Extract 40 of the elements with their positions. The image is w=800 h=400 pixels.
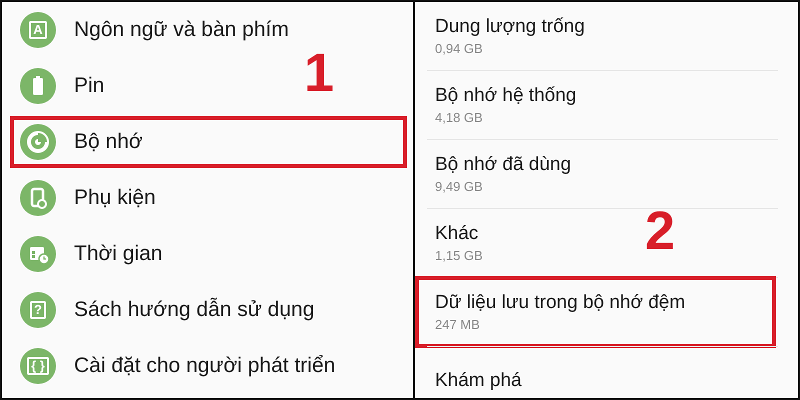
step-number: 1 (304, 46, 334, 100)
storage-size: 9,49 GB (435, 179, 483, 194)
storage-row[interactable]: Dung lượng trống 0,94 GB (427, 2, 593, 70)
settings-row[interactable]: Bộ nhớ (8, 114, 409, 170)
storage-title: Bộ nhớ đã dùng (435, 154, 572, 176)
settings-label: Bộ nhớ (74, 130, 143, 154)
step-number: 2 (645, 204, 676, 258)
settings-icon: { } (20, 348, 56, 384)
settings-icon: A (20, 12, 56, 48)
storage-title: Khám phá (435, 370, 522, 392)
settings-row[interactable]: Pin (2, 58, 112, 114)
settings-row[interactable]: A Ngôn ngữ và bàn phím (2, 2, 297, 58)
storage-size: 4,18 GB (435, 110, 483, 125)
storage-row[interactable]: Bộ nhớ hệ thống 4,18 GB (427, 71, 584, 139)
storage-row[interactable]: Bộ nhớ đã dùng 9,49 GB (427, 140, 580, 208)
storage-icon (20, 124, 56, 160)
storage-size: 1,15 GB (435, 248, 483, 263)
settings-label: Thời gian (74, 242, 162, 266)
settings-row[interactable]: Thời gian (2, 226, 170, 282)
settings-row[interactable]: Phụ kiện (2, 170, 164, 226)
storage-size: 247 MB (435, 317, 480, 332)
settings-icon: ? (20, 292, 56, 328)
battery-icon (20, 68, 56, 104)
storage-title: Khác (435, 223, 478, 245)
storage-row[interactable]: Khác 1,15 GB (427, 209, 491, 277)
settings-label: Phụ kiện (74, 186, 156, 210)
device-icon (20, 180, 56, 216)
storage-size: 0,94 GB (435, 41, 483, 56)
settings-row[interactable]: ? Sách hướng dẫn sử dụng (2, 282, 322, 338)
settings-row[interactable]: { } Cài đặt cho người phát triển (2, 338, 344, 394)
settings-label: Pin (74, 74, 104, 98)
settings-label: Ngôn ngữ và bàn phím (74, 18, 289, 42)
storage-title: Dung lượng trống (435, 16, 585, 38)
storage-row[interactable]: Dữ liệu lưu trong bộ nhớ đệm 247 MB (417, 278, 774, 346)
storage-title: Dữ liệu lưu trong bộ nhớ đệm (435, 292, 686, 314)
storage-title: Bộ nhớ hệ thống (435, 85, 576, 107)
settings-label: Cài đặt cho người phát triển (74, 354, 336, 378)
storage-row[interactable]: Khám phá (427, 347, 530, 398)
settings-label: Sách hướng dẫn sử dụng (74, 298, 314, 322)
calendar-clock-icon (20, 236, 56, 272)
